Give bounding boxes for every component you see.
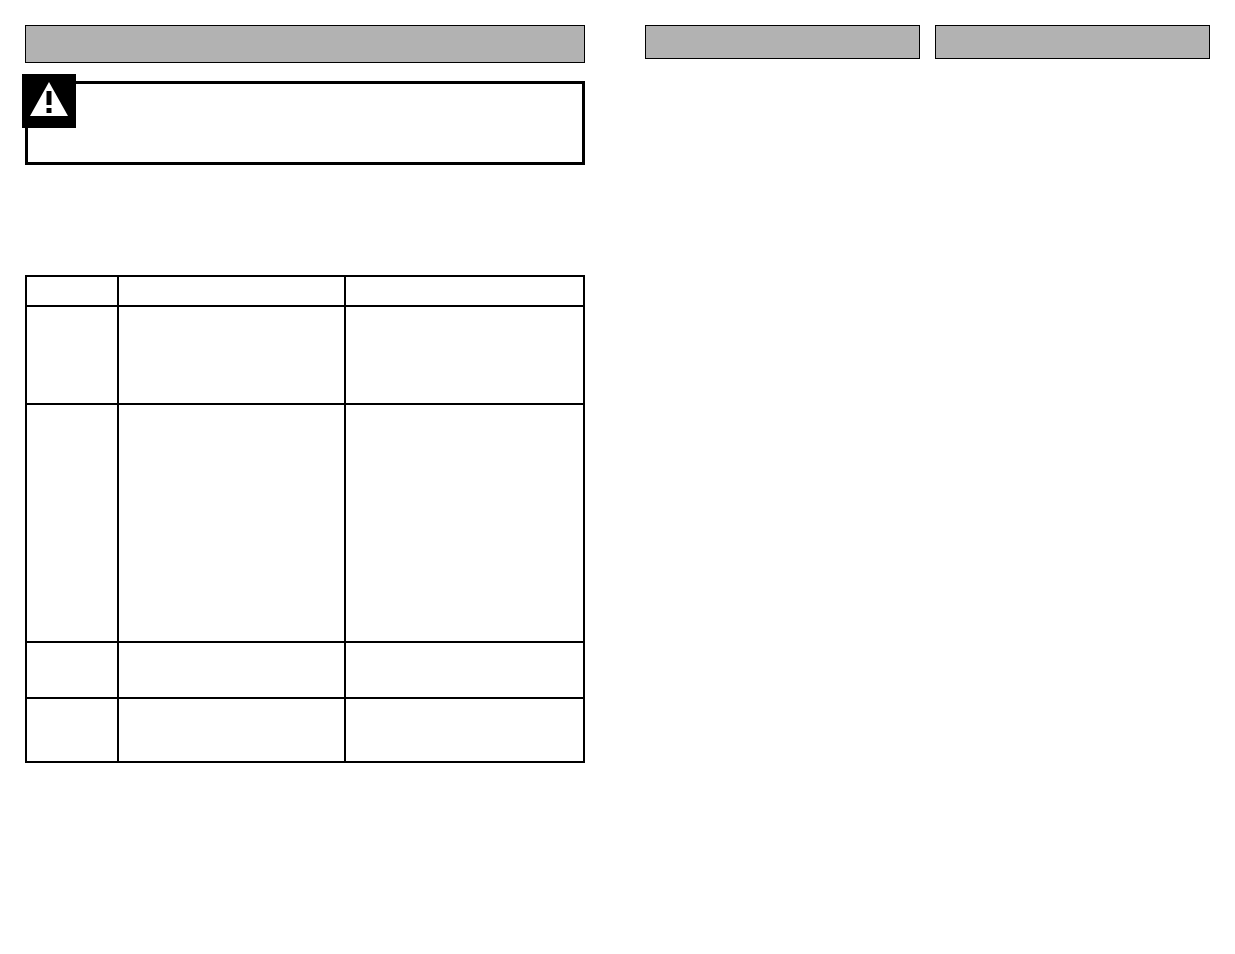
table-cell	[118, 404, 345, 642]
data-table	[25, 275, 585, 763]
table-row	[26, 642, 584, 698]
table-cell	[345, 698, 584, 762]
table-cell	[26, 404, 118, 642]
warning-callout	[25, 81, 585, 165]
table-row	[26, 698, 584, 762]
table-header-cell	[118, 276, 345, 306]
table-cell	[345, 306, 584, 404]
table-cell	[118, 698, 345, 762]
table-cell	[26, 698, 118, 762]
table-cell	[118, 642, 345, 698]
table-cell	[26, 642, 118, 698]
table-header-row	[26, 276, 584, 306]
section-header-bar	[25, 25, 585, 63]
table-cell	[118, 306, 345, 404]
section-header-bar	[935, 25, 1210, 59]
warning-icon	[22, 74, 76, 128]
table-header-cell	[345, 276, 584, 306]
section-header-bar	[645, 25, 920, 59]
table-row	[26, 404, 584, 642]
table-row	[26, 306, 584, 404]
table-cell	[26, 306, 118, 404]
table-cell	[345, 642, 584, 698]
table-header-cell	[26, 276, 118, 306]
table-cell	[345, 404, 584, 642]
